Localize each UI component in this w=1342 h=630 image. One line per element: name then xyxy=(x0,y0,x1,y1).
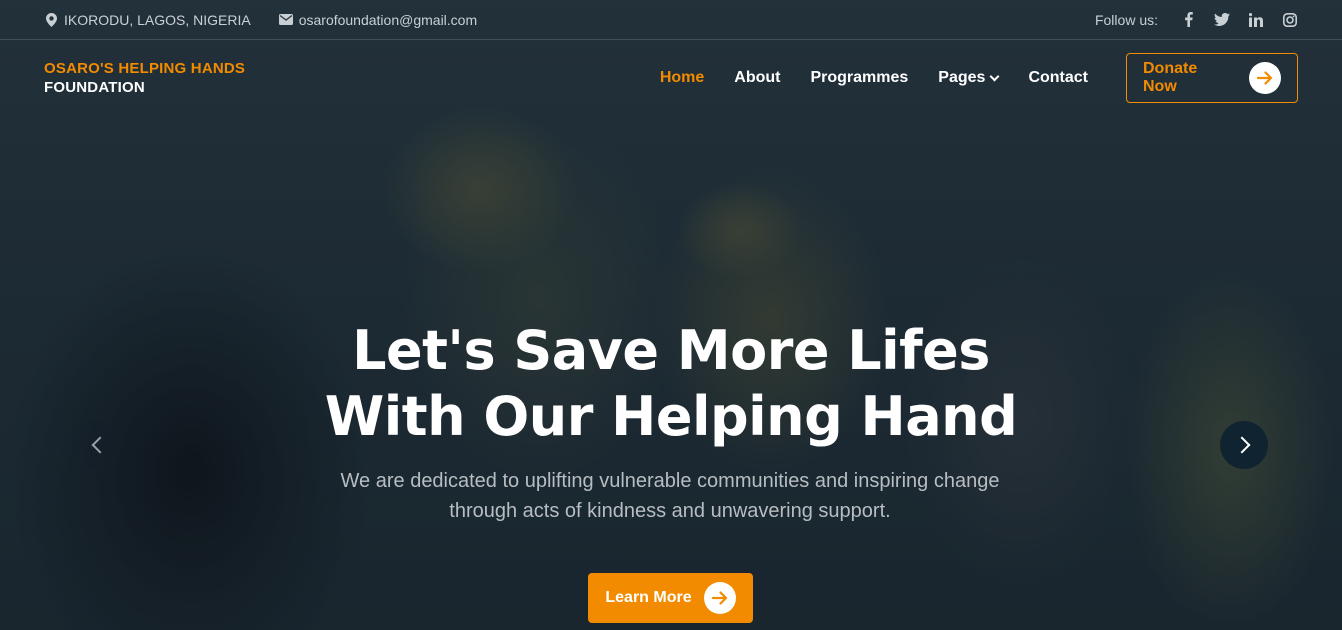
follow-us-label: Follow us: xyxy=(1094,11,1158,28)
hero-title-line-2: With Our Helping Hand xyxy=(324,385,1018,448)
location-text: IKORODU, LAGOS, NIGERIA xyxy=(64,11,251,28)
nav-item-pages-label: Pages xyxy=(938,69,986,86)
top-info-bar: IKORODU, LAGOS, NIGERIA osarofoundation@… xyxy=(0,0,1342,40)
nav-item-programmes[interactable]: Programmes xyxy=(810,69,908,87)
nav-item-home[interactable]: Home xyxy=(660,69,704,87)
nav-item-contact[interactable]: Contact xyxy=(1028,69,1088,87)
envelope-icon xyxy=(278,14,293,25)
email-text[interactable]: osarofoundation@gmail.com xyxy=(299,12,477,28)
donate-now-button[interactable]: Donate Now xyxy=(1126,53,1298,103)
main-navbar: OSARO'S HELPING HANDS FOUNDATION Home Ab… xyxy=(0,40,1342,116)
logo-line-2: FOUNDATION xyxy=(44,79,145,96)
arrow-right-icon xyxy=(1249,62,1281,94)
email-info[interactable]: osarofoundation@gmail.com xyxy=(278,12,477,28)
site-logo[interactable]: OSARO'S HELPING HANDS FOUNDATION xyxy=(44,59,245,97)
chevron-down-icon xyxy=(989,71,1000,81)
learn-more-button[interactable]: Learn More xyxy=(588,573,753,623)
instagram-icon[interactable] xyxy=(1282,12,1298,28)
logo-line-1: OSARO'S HELPING HANDS xyxy=(44,60,246,77)
location-info: IKORODU, LAGOS, NIGERIA xyxy=(44,12,251,28)
learn-more-label: Learn More xyxy=(605,589,692,606)
arrow-right-icon xyxy=(703,582,736,614)
hero-title: Let's Save More Lifes With Our Helping H… xyxy=(0,318,1342,450)
twitter-icon[interactable] xyxy=(1214,12,1230,28)
nav-item-about[interactable]: About xyxy=(734,69,780,87)
facebook-icon[interactable] xyxy=(1180,12,1196,28)
donate-now-label: Donate Now xyxy=(1143,60,1198,95)
hero-title-line-1: Let's Save More Lifes xyxy=(352,319,990,382)
linkedin-icon[interactable] xyxy=(1248,12,1264,28)
map-pin-icon xyxy=(44,12,58,27)
social-links: Follow us: xyxy=(1095,12,1298,28)
hero-subtitle: We are dedicated to uplifting vulnerable… xyxy=(340,470,1000,522)
nav-item-pages[interactable]: Pages xyxy=(938,69,1000,87)
nav-menu: Home About Programmes Pages Contact xyxy=(660,69,1088,87)
